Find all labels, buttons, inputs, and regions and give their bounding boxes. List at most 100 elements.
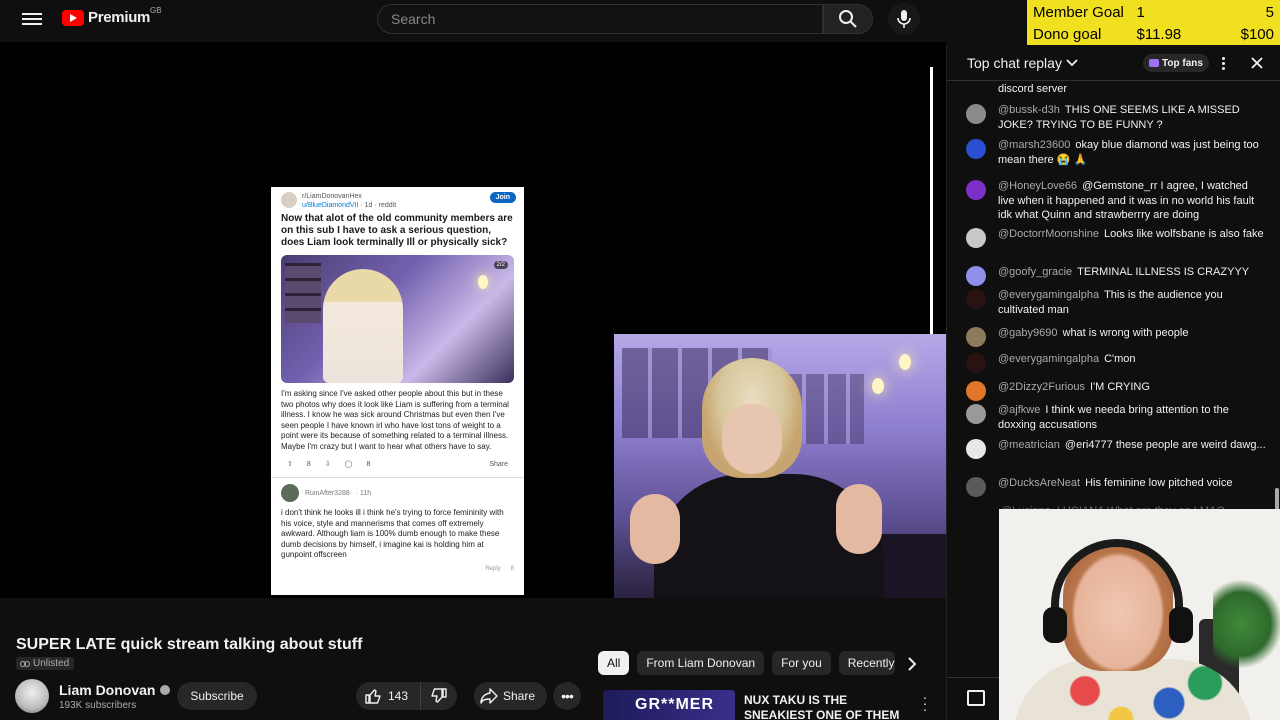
streamer-webcam-in-video <box>614 334 946 598</box>
share-button[interactable]: Share <box>474 682 548 710</box>
comment-count: 8 <box>366 460 371 468</box>
chat-avatar[interactable] <box>966 228 986 248</box>
chat-avatar[interactable] <box>966 139 986 159</box>
reddit-share-label: Share <box>489 460 508 468</box>
video-edge-highlight <box>930 67 933 337</box>
channel-name[interactable]: Liam Donovan <box>59 682 171 698</box>
chat-author[interactable]: @DoctorrMoonshine <box>998 228 1099 240</box>
goal-label: Dono goal <box>1033 25 1102 43</box>
upvote-icon: ⇧ <box>287 461 293 468</box>
chat-menu-button[interactable] <box>1217 54 1229 72</box>
menu-icon[interactable] <box>22 10 42 28</box>
goal-label: Member Goal <box>1033 3 1124 21</box>
like-button[interactable]: 143 <box>356 682 422 710</box>
reddit-post-meta: r/LiamDonovanHex u/BlueDiamondVII · 1d ·… <box>302 192 396 210</box>
voice-search-button[interactable] <box>888 3 920 35</box>
chip-recently[interactable]: Recently <box>838 651 895 675</box>
chat-avatar[interactable] <box>966 104 986 124</box>
chat-author[interactable]: @ajfkwe <box>998 404 1040 416</box>
chat-mode-dropdown[interactable]: Top chat replay <box>967 55 1078 71</box>
chat-avatar[interactable] <box>966 266 986 286</box>
chat-avatar[interactable] <box>966 381 986 401</box>
chat-avatar[interactable] <box>966 180 986 200</box>
chat-toggle-icon[interactable] <box>967 690 985 706</box>
headset-earcup <box>1043 607 1067 643</box>
subscribe-button[interactable]: Subscribe <box>177 682 257 710</box>
chips-next-button[interactable] <box>900 652 924 676</box>
chip-for-you[interactable]: For you <box>772 651 831 675</box>
channel-avatar[interactable] <box>15 679 49 713</box>
chat-message-body: @2Dizzy2Furious I'M CRYING <box>998 380 1266 401</box>
recommended-video-menu[interactable]: · · · <box>918 690 932 716</box>
recommendation-chips: All From Liam Donovan For you Recently <box>598 651 895 675</box>
chat-text: His feminine low pitched voice <box>1085 477 1233 489</box>
chat-message-partial: discord server <box>966 82 1266 103</box>
chat-message: @gaby9690 what is wrong with people <box>966 326 1266 347</box>
reddit-comment-header: RuinAfter3288 · 11h <box>271 481 524 505</box>
chat-text: I'M CRYING <box>1089 381 1150 393</box>
chat-message-body: @goofy_gracie TERMINAL ILLNESS IS CRAZYYY <box>998 265 1266 286</box>
person-hand <box>630 494 680 564</box>
commenter-avatar <box>281 484 299 502</box>
reddit-join-button: Join <box>489 192 516 203</box>
chat-author[interactable]: @2Dizzy2Furious <box>998 381 1085 393</box>
search-box <box>377 4 823 34</box>
stream-goals-overlay: Member Goal 1 5 Dono goal $11.98 $100 <box>1027 0 1280 45</box>
wall-frames <box>285 263 321 323</box>
recommended-video-thumbnail[interactable]: GR**MER <box>603 690 735 720</box>
chat-avatar[interactable] <box>966 327 986 347</box>
video-player[interactable]: r/LiamDonovanHex u/BlueDiamondVII · 1d ·… <box>0 42 946 598</box>
chat-close-button[interactable] <box>1247 53 1267 73</box>
chat-avatar[interactable] <box>966 353 986 373</box>
chat-author[interactable]: @goofy_gracie <box>998 266 1072 278</box>
chevron-right-icon <box>908 657 917 671</box>
youtube-play-icon <box>62 9 84 26</box>
chat-message: @everygamingalpha This is the audience yo… <box>966 288 1266 317</box>
reddit-comment-actions: Reply 8 <box>271 564 524 574</box>
video-title: SUPER LATE quick stream talking about st… <box>16 636 363 653</box>
chip-all[interactable]: All <box>598 651 630 675</box>
chat-author[interactable]: @meatrician <box>998 439 1060 451</box>
microphone-icon <box>897 10 911 28</box>
person-face <box>722 404 782 474</box>
top-fans-button[interactable]: Top fans <box>1143 54 1209 72</box>
chat-author[interactable]: @bussk-d3h <box>998 104 1060 116</box>
lamp <box>899 354 911 370</box>
chat-author[interactable]: @everygamingalpha <box>998 353 1099 365</box>
chat-author[interactable]: @HoneyLove66 <box>998 180 1077 192</box>
visibility-label: Unlisted <box>33 658 70 669</box>
thumbs-up-icon <box>365 689 381 704</box>
chat-message-body: @bussk-d3h THIS ONE SEEMS LIKE A MISSED J… <box>998 103 1266 132</box>
recommended-video-title[interactable]: NUX TAKU IS THE SNEAKIEST ONE OF THEM AL… <box>744 693 914 720</box>
search-button[interactable] <box>823 4 873 34</box>
chip-from-channel[interactable]: From Liam Donovan <box>637 651 765 675</box>
headset-earcup <box>1169 607 1193 643</box>
comment-icon: ◯ <box>344 461 353 468</box>
chat-message-body: @ajfkwe I think we needa bring attention … <box>998 403 1266 432</box>
more-actions-button[interactable]: ••• <box>553 682 581 710</box>
reactor-webcam-overlay <box>999 509 1280 720</box>
lamp <box>872 378 884 394</box>
share-label: Share <box>503 689 536 703</box>
chat-author[interactable]: @everygamingalpha <box>998 289 1099 301</box>
chat-author[interactable]: @gaby9690 <box>998 327 1058 339</box>
search-input[interactable] <box>391 11 809 27</box>
chat-avatar[interactable] <box>966 289 986 309</box>
comment-vote-count: 8 <box>510 565 514 572</box>
chat-author[interactable]: @marsh23600 <box>998 139 1070 151</box>
lamp <box>478 275 488 289</box>
link-icon <box>20 660 30 667</box>
chat-avatar[interactable] <box>966 439 986 459</box>
chat-avatar[interactable] <box>966 404 986 424</box>
dislike-button[interactable] <box>421 682 457 710</box>
subreddit-name: r/LiamDonovanHex <box>302 193 362 200</box>
image-count-badge: 2/2 <box>493 261 508 269</box>
channel-name-text[interactable]: Liam Donovan <box>59 682 155 698</box>
chat-avatar[interactable] <box>966 477 986 497</box>
chat-author[interactable]: @DucksAreNeat <box>998 477 1080 489</box>
chat-header: Top chat replay Top fans <box>947 45 1280 81</box>
youtube-watch-page: Premium GB Member Goal 1 5 Dono goal $11… <box>0 0 1280 720</box>
youtube-premium-logo[interactable]: Premium GB <box>62 6 162 26</box>
chat-messages: discord server @bussk-d3h THIS ONE SEEMS … <box>947 82 1280 512</box>
reddit-comment-text: i don't think he looks ill i think he's … <box>281 508 504 559</box>
